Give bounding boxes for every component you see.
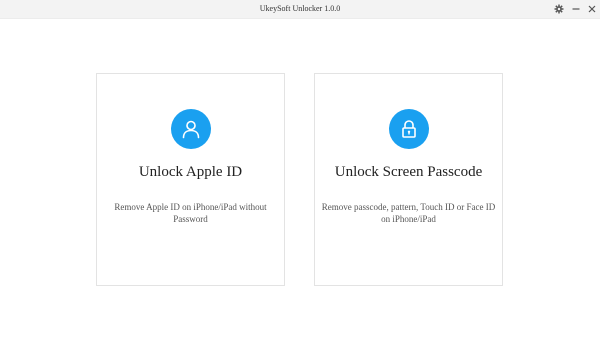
user-icon bbox=[182, 120, 199, 139]
card-description: Remove passcode, pattern, Touch ID or Fa… bbox=[321, 202, 496, 224]
minimize-icon bbox=[572, 8, 580, 10]
minimize-button[interactable] bbox=[570, 3, 582, 15]
card-title: Unlock Apple ID bbox=[138, 164, 243, 180]
close-icon bbox=[588, 5, 596, 13]
unlock-apple-id-card[interactable]: Unlock Apple ID Remove Apple ID on iPhon… bbox=[96, 73, 285, 286]
lock-icon bbox=[401, 120, 416, 138]
close-button[interactable] bbox=[586, 3, 598, 15]
card-title: Unlock Screen Passcode bbox=[334, 164, 483, 180]
window-title: UkeySoft Unlocker 1.0.0 bbox=[259, 4, 341, 13]
settings-button[interactable] bbox=[553, 3, 565, 15]
gear-icon bbox=[554, 4, 564, 14]
unlock-screen-passcode-card[interactable]: Unlock Screen Passcode Remove passcode, … bbox=[314, 73, 503, 286]
user-icon-badge bbox=[170, 109, 211, 149]
main-content: Unlock Apple ID Remove Apple ID on iPhon… bbox=[0, 19, 600, 343]
lock-icon-badge bbox=[388, 109, 429, 149]
title-bar: UkeySoft Unlocker 1.0.0 bbox=[0, 0, 600, 19]
card-description: Remove Apple ID on iPhone/iPad without P… bbox=[114, 202, 267, 224]
